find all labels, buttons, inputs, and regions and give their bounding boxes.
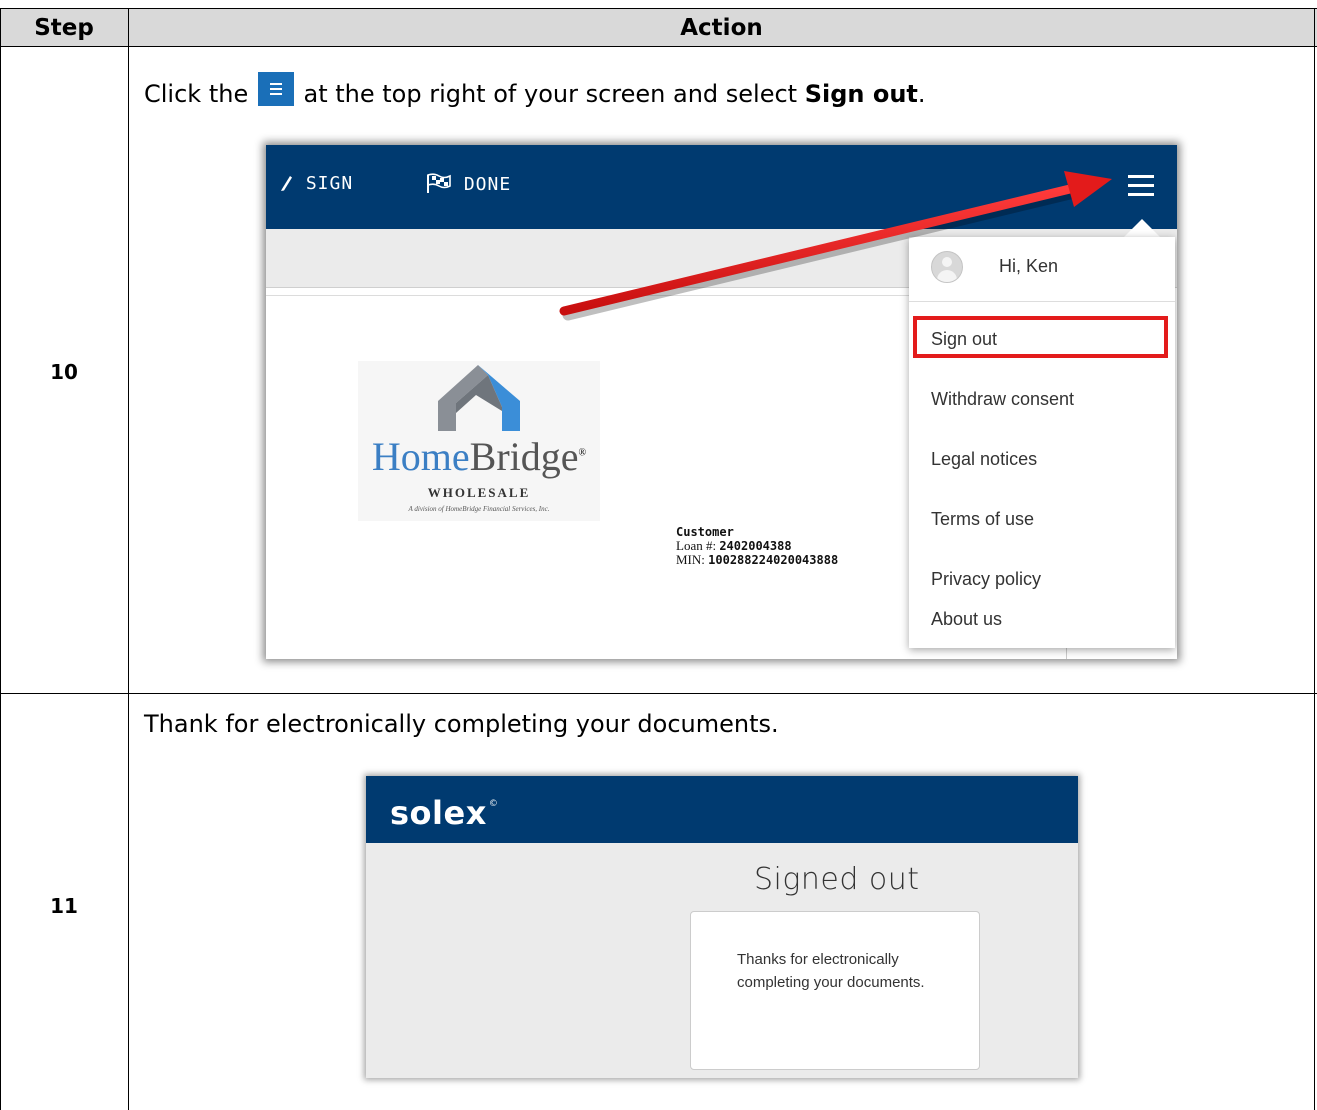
page-title: Signed out: [754, 862, 920, 897]
instruction-after: at the top right of your screen and sele…: [303, 80, 798, 108]
instruction-bold: Sign out: [804, 80, 918, 108]
step-number: 11: [50, 894, 78, 918]
instruction-end: .: [917, 80, 926, 108]
step-instruction: Click the at the top right of your scree…: [144, 72, 926, 108]
table-border-top: [0, 8, 1317, 9]
screenshot-sign-menu: SIGN DONE HomeBridge® WHOLESALE A divisi…: [266, 145, 1177, 659]
table-column-divider: [128, 8, 129, 1110]
step-instruction: Thank for electronically completing your…: [144, 710, 779, 738]
step-column-header: Step: [34, 15, 94, 41]
message-card: Thanks for electronically completing you…: [690, 911, 980, 1070]
action-column-header: Action: [680, 15, 763, 41]
brand-name: solex: [390, 794, 487, 832]
table-header-divider: [0, 46, 1317, 47]
solex-logo: solex ©: [390, 794, 498, 832]
message-text: Thanks for electronically completing you…: [737, 951, 925, 991]
table-border-right: [1314, 8, 1315, 1110]
step-number: 10: [50, 360, 78, 384]
screenshot-signed-out: solex © Signed out Thanks for electronica…: [366, 776, 1078, 1078]
table-border-left: [0, 8, 1, 1110]
instruction-before: Click the: [144, 80, 249, 108]
red-arrow-annotation: [559, 171, 1112, 321]
table-row-divider: [0, 693, 1317, 694]
menu-icon: [257, 72, 294, 106]
brand-mark: ©: [488, 799, 499, 809]
